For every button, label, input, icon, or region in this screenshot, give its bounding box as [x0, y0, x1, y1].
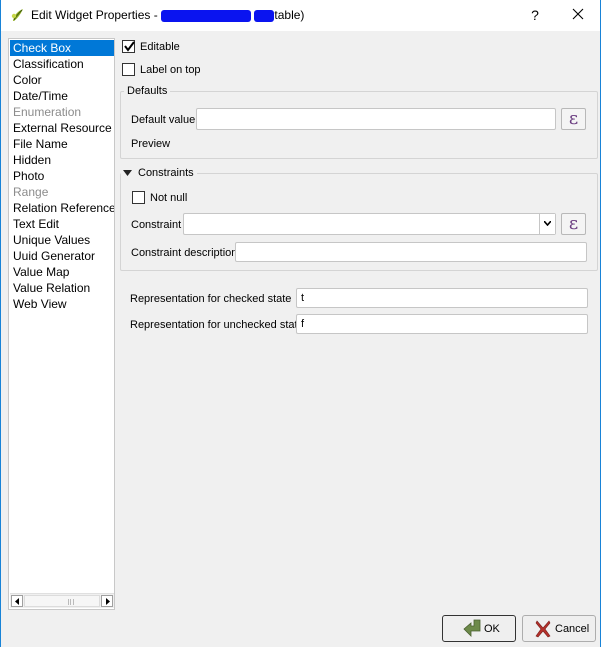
collapse-triangle-icon[interactable] [123, 169, 132, 177]
title-bar: Edit Widget Properties - (table) ? [1, 0, 600, 31]
unchecked-state-input[interactable]: f [296, 314, 588, 334]
title-prefix: Edit Widget Properties - [31, 8, 162, 22]
widget-type-item[interactable]: Value Relation [10, 280, 114, 296]
constraints-group-title: Constraints [138, 167, 194, 179]
not-null-checkbox[interactable] [132, 191, 145, 204]
widget-type-item[interactable]: Unique Values [10, 232, 114, 248]
horizontal-scrollbar[interactable] [10, 593, 114, 608]
widget-type-item[interactable]: Date/Time [10, 88, 114, 104]
checkmark-icon [124, 41, 135, 52]
title-suffix-2: table) [274, 8, 305, 22]
chevron-down-icon [544, 221, 551, 226]
close-icon[interactable] [570, 6, 586, 22]
widget-type-item[interactable]: Web View [10, 296, 114, 312]
ok-arrow-icon [463, 619, 481, 637]
constraint-expression-combo[interactable] [183, 213, 556, 235]
widget-type-item[interactable]: Photo [10, 168, 114, 184]
widget-type-list[interactable]: Check Box Classification Color Date/Time Enu… [8, 38, 115, 610]
widget-type-item[interactable]: Uuid Generator [10, 248, 114, 264]
default-value-input[interactable] [196, 108, 556, 130]
grip-icon [68, 599, 74, 605]
constraint-description-label: Constraint description [131, 247, 238, 259]
cancel-button[interactable]: Cancel [522, 615, 596, 642]
arrow-right-icon [106, 598, 110, 605]
default-value-expression-button[interactable]: ε [561, 108, 586, 130]
edit-widget-properties-dialog: Edit Widget Properties - (table) ? Check… [0, 0, 601, 647]
constraints-group-header[interactable]: Constraints [121, 167, 197, 179]
constraint-description-input[interactable] [235, 242, 587, 262]
widget-type-item[interactable]: Value Map [10, 264, 114, 280]
widget-type-item[interactable]: Text Edit [10, 216, 114, 232]
constraint-dropdown-button[interactable] [539, 214, 555, 234]
constraint-expression-button[interactable]: ε [561, 213, 586, 235]
cancel-button-label: Cancel [555, 623, 590, 635]
window-title: Edit Widget Properties - (table) [31, 8, 304, 22]
widget-type-item[interactable]: External Resource [10, 120, 114, 136]
widget-type-item[interactable]: File Name [10, 136, 114, 152]
redacted-schema-name [254, 9, 275, 22]
checked-state-label: Representation for checked state [130, 293, 292, 305]
widget-type-item[interactable]: Relation Reference [10, 200, 114, 216]
editable-checkbox[interactable] [122, 40, 135, 53]
defaults-group-title: Defaults [124, 85, 171, 97]
default-value-label: Default value [131, 114, 196, 126]
widget-type-item[interactable]: Hidden [10, 152, 114, 168]
label-on-top-label: Label on top [140, 64, 201, 76]
widget-type-item[interactable]: Classification [10, 56, 114, 72]
label-on-top-checkbox[interactable] [122, 63, 135, 76]
scrollbar-thumb[interactable] [24, 595, 100, 607]
widget-type-item: Enumeration [13, 105, 82, 119]
widget-type-item[interactable]: Check Box [10, 40, 114, 56]
constraint-label: Constraint [131, 219, 182, 231]
widget-type-item[interactable]: Color [10, 72, 114, 88]
ok-button[interactable]: OK [442, 615, 516, 642]
redacted-layer-name [161, 9, 252, 22]
help-button[interactable]: ? [529, 7, 541, 23]
preview-label: Preview [131, 138, 171, 150]
scroll-right-button[interactable] [101, 595, 113, 607]
scroll-left-button[interactable] [11, 595, 23, 607]
checked-state-input[interactable]: t [296, 288, 588, 308]
arrow-left-icon [15, 598, 19, 605]
not-null-label: Not null [150, 192, 188, 204]
cancel-x-icon [535, 620, 551, 638]
widget-type-item: Range [13, 185, 49, 199]
unchecked-state-label: Representation for unchecked state [130, 319, 304, 331]
ok-button-label: OK [484, 623, 500, 635]
editable-label: Editable [140, 41, 180, 53]
qgis-icon [11, 9, 23, 21]
